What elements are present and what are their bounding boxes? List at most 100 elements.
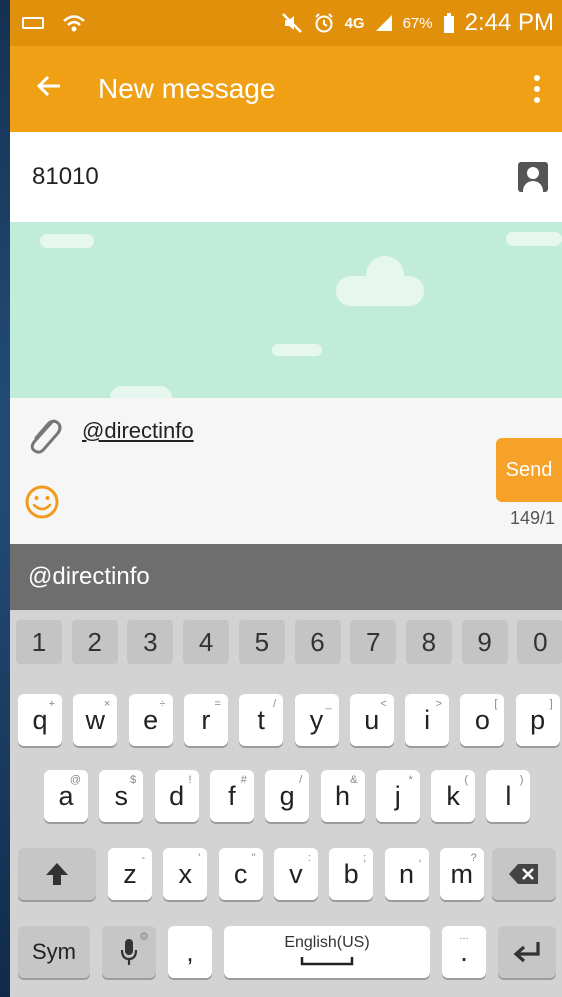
- overflow-menu-icon[interactable]: [534, 75, 540, 103]
- send-button[interactable]: Send: [496, 438, 562, 502]
- recipient-field[interactable]: 81010: [10, 132, 562, 222]
- key-hint: >: [435, 698, 443, 710]
- suggestion-item[interactable]: @directinfo: [10, 544, 562, 610]
- back-arrow-icon[interactable]: [10, 74, 70, 104]
- lte-icon: 4G: [344, 14, 365, 32]
- battery-icon: [443, 13, 454, 33]
- number-key[interactable]: 6: [294, 620, 341, 664]
- key-hint: ]: [549, 698, 553, 710]
- key-label: y: [309, 704, 324, 735]
- key-p[interactable]: ] p: [515, 694, 560, 746]
- key-label: j: [394, 780, 401, 811]
- microphone-icon: [120, 939, 138, 965]
- cloud-decoration: [110, 386, 172, 398]
- period-key-hint: ...: [459, 930, 469, 942]
- key-label: v: [289, 858, 303, 889]
- sym-key[interactable]: Sym: [18, 926, 90, 978]
- paperclip-icon[interactable]: [24, 414, 64, 456]
- number-key-label: 9: [477, 626, 492, 657]
- key-y[interactable]: _ y: [294, 694, 339, 746]
- key-q[interactable]: + q: [18, 694, 62, 746]
- key-j[interactable]: * j: [375, 770, 420, 822]
- key-label: h: [334, 780, 351, 811]
- recipient-value: 81010: [32, 163, 99, 190]
- key-hint: $: [130, 774, 137, 786]
- cloud-decoration: [272, 344, 322, 356]
- key-v[interactable]: :v: [273, 848, 318, 900]
- shift-key[interactable]: [18, 848, 96, 900]
- number-key[interactable]: 8: [405, 620, 452, 664]
- key-a[interactable]: @ a: [44, 770, 88, 822]
- key-e[interactable]: ÷ e: [128, 694, 173, 746]
- key-x[interactable]: ' x: [163, 848, 208, 900]
- key-hint: *: [408, 774, 413, 786]
- backspace-key[interactable]: [492, 848, 556, 900]
- wifi-icon: [63, 15, 85, 32]
- key-w[interactable]: × w: [73, 694, 118, 746]
- number-key[interactable]: 1: [16, 620, 62, 664]
- message-input[interactable]: @directinfo: [82, 418, 194, 444]
- key-hint: @: [69, 774, 81, 786]
- cloud-decoration: [40, 234, 94, 248]
- space-key-label: English(US): [284, 934, 370, 951]
- number-key[interactable]: 5: [238, 620, 285, 664]
- comma-key[interactable]: ,: [168, 926, 212, 978]
- key-hint: /: [273, 698, 277, 710]
- key-o[interactable]: [o: [460, 694, 505, 746]
- key-label: k: [446, 780, 460, 811]
- key-l[interactable]: ) l: [486, 770, 531, 822]
- key-k[interactable]: (k: [431, 770, 476, 822]
- key-label: p: [530, 704, 546, 735]
- keyboard-icon: [22, 17, 44, 29]
- number-key-label: 2: [87, 626, 102, 657]
- key-u[interactable]: < u: [349, 694, 394, 746]
- space-key[interactable]: English(US): [224, 926, 430, 978]
- contact-icon[interactable]: [518, 162, 548, 192]
- key-h[interactable]: & h: [320, 770, 365, 822]
- app-bar: New message: [10, 46, 562, 132]
- shift-icon: [46, 863, 68, 885]
- number-key[interactable]: 4: [183, 620, 230, 664]
- key-d[interactable]: ! d: [154, 770, 199, 822]
- number-key-label: 5: [254, 626, 270, 657]
- mic-key[interactable]: ⚙: [102, 926, 156, 978]
- key-hint: &: [350, 774, 358, 786]
- number-key[interactable]: 0: [517, 620, 562, 664]
- key-z[interactable]: -z: [108, 848, 152, 900]
- key-i[interactable]: > i: [405, 694, 450, 746]
- key-hint: ;: [363, 852, 367, 864]
- key-hint: +: [48, 698, 55, 710]
- emoji-icon[interactable]: [24, 484, 60, 520]
- char-counter: 149/1: [510, 508, 556, 528]
- key-label: u: [364, 704, 380, 735]
- period-key[interactable]: ... .: [442, 926, 486, 978]
- key-m[interactable]: ? m: [439, 848, 484, 900]
- settings-hint: ⚙: [139, 931, 149, 943]
- enter-key[interactable]: [498, 926, 556, 978]
- key-hint: -: [141, 852, 145, 864]
- number-key[interactable]: 7: [350, 620, 397, 664]
- number-key[interactable]: 3: [127, 620, 174, 664]
- key-hint: ?: [470, 852, 477, 864]
- key-s[interactable]: $ s: [99, 770, 144, 822]
- key-t[interactable]: / t: [239, 694, 284, 746]
- key-c[interactable]: " c: [218, 848, 263, 900]
- status-bar: 4G 67% 2:44 PM: [10, 0, 562, 46]
- number-key-label: 0: [533, 626, 548, 657]
- key-f[interactable]: # f: [209, 770, 254, 822]
- key-label: e: [143, 704, 159, 735]
- key-g[interactable]: / g: [265, 770, 310, 822]
- signal-icon: [375, 15, 392, 31]
- key-n[interactable]: ,n: [384, 848, 429, 900]
- space-bar-icon: [300, 957, 354, 966]
- mute-icon: [281, 13, 302, 33]
- key-r[interactable]: = r: [183, 694, 228, 746]
- number-key[interactable]: 9: [461, 620, 508, 664]
- key-hint: (: [464, 774, 469, 786]
- key-label: c: [233, 858, 248, 889]
- key-b[interactable]: ; b: [329, 848, 374, 900]
- key-label: g: [279, 780, 295, 811]
- key-label: d: [169, 780, 185, 811]
- alarm-icon: [314, 13, 333, 33]
- number-key[interactable]: 2: [71, 620, 118, 664]
